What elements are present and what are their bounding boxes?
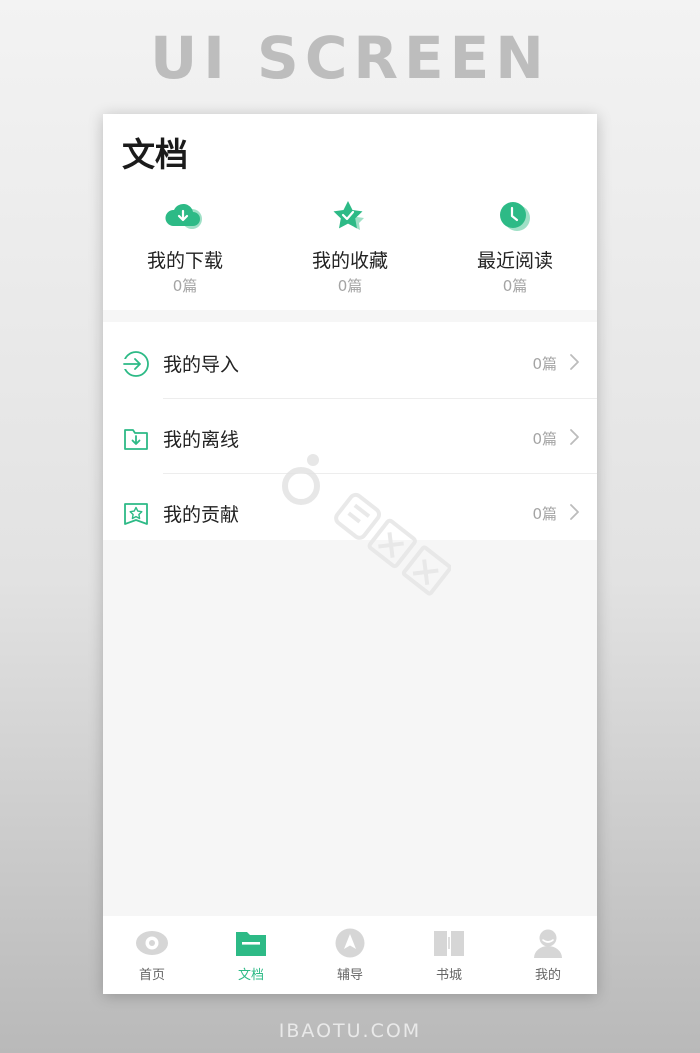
top-banner-text: UI SCREEN xyxy=(150,24,550,92)
import-arrow-icon xyxy=(122,351,149,377)
tab-home[interactable]: 首页 xyxy=(103,916,201,994)
tab-label: 文档 xyxy=(237,968,264,983)
tab-bookstore[interactable]: 书城 xyxy=(400,916,498,994)
star-check-icon xyxy=(333,201,364,230)
folder-download-icon xyxy=(124,429,148,450)
tab-label: 书城 xyxy=(435,968,462,983)
list-divider xyxy=(163,398,597,399)
bottom-banner-text: IBAOTU.COM xyxy=(278,1020,422,1042)
tab-label: 我的 xyxy=(534,968,561,983)
list-item-count: 0篇 xyxy=(532,505,557,523)
folder-icon xyxy=(236,932,266,956)
chevron-right-icon xyxy=(570,354,579,370)
list-item-label: 我的离线 xyxy=(163,429,240,451)
tab-tutoring[interactable]: 辅导 xyxy=(301,916,399,994)
chevron-right-icon xyxy=(570,504,579,520)
flag-star-icon xyxy=(124,503,148,525)
tab-label: 首页 xyxy=(138,968,165,983)
list-item-label: 我的贡献 xyxy=(163,504,240,526)
quick-action-label: 我的收藏 xyxy=(311,250,388,272)
cloud-download-icon xyxy=(165,203,202,229)
list-item-count: 0篇 xyxy=(532,355,557,373)
quick-action-label: 我的下载 xyxy=(146,250,223,272)
list-item-import[interactable]: 我的导入 0篇 xyxy=(103,326,597,398)
chevron-right-icon xyxy=(570,429,579,445)
quick-action-favorites[interactable]: 我的收藏 0篇 xyxy=(268,200,432,296)
tab-profile[interactable]: 我的 xyxy=(499,916,597,994)
eye-icon xyxy=(136,931,168,955)
tab-documents[interactable]: 文档 xyxy=(202,916,300,994)
watermark-logo xyxy=(282,454,451,596)
bottom-tab-bar: 首页 文档 辅导 书城 我的 xyxy=(103,916,597,994)
quick-action-recent[interactable]: 最近阅读 0篇 xyxy=(433,200,597,296)
quick-action-count: 0篇 xyxy=(172,277,198,295)
quick-action-count: 0篇 xyxy=(337,277,363,295)
quick-action-label: 最近阅读 xyxy=(476,250,553,272)
book-icon xyxy=(434,931,464,956)
page-title: 文档 xyxy=(122,135,188,174)
tab-label: 辅导 xyxy=(336,968,363,983)
list-item-count: 0篇 xyxy=(532,430,557,448)
list-item-label: 我的导入 xyxy=(163,354,240,376)
quick-action-downloads[interactable]: 我的下载 0篇 xyxy=(103,200,267,296)
clock-icon xyxy=(500,202,530,231)
user-icon xyxy=(534,929,562,958)
compass-icon xyxy=(335,928,365,958)
header-section: 文档 我的下载 0篇 我的收藏 0篇 最近阅读 0篇 xyxy=(103,114,597,310)
phone-screen: 文档 我的下载 0篇 我的收藏 0篇 最近阅读 0篇 我的导入 0篇 我的离线 … xyxy=(103,114,597,994)
quick-action-count: 0篇 xyxy=(502,277,528,295)
